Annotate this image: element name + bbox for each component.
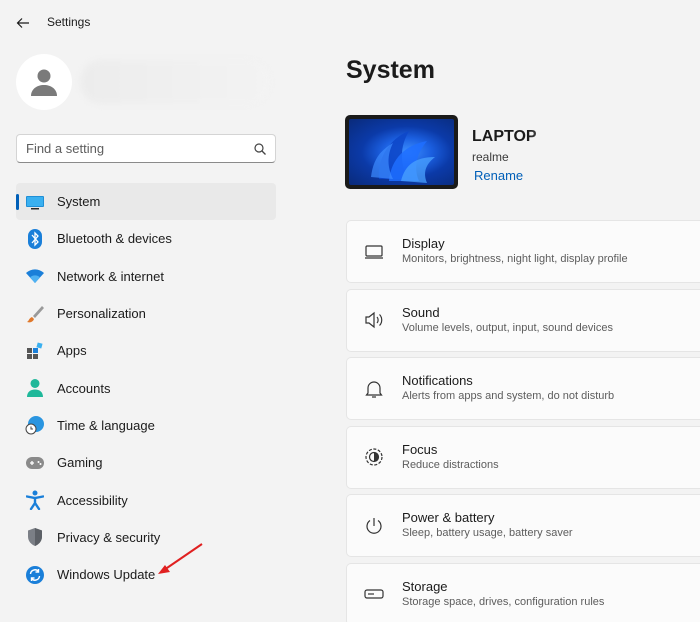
sidebar-item-accounts[interactable]: Accounts [16,369,276,406]
sidebar-item-label: Network & internet [57,268,164,284]
accessibility-icon [25,490,45,511]
search-icon[interactable] [253,142,267,156]
card-subtitle: Sleep, battery usage, battery saver [402,527,573,540]
annotation-arrow [158,543,203,574]
user-profile[interactable] [16,54,276,112]
apps-icon [25,341,45,361]
card-subtitle: Storage space, drives, configuration rul… [402,595,605,608]
avatar[interactable] [16,54,72,110]
sidebar-item-label: Privacy & security [57,529,161,545]
back-arrow-icon [16,18,29,28]
card-focus[interactable]: Focus Reduce distractions [346,425,700,489]
card-subtitle: Reduce distractions [402,458,499,471]
brush-icon [25,304,45,324]
card-title: Notifications [402,373,473,389]
card-title: Display [402,236,445,251]
search-box[interactable] [16,134,276,163]
user-icon [31,69,57,96]
speaker-icon [363,309,385,331]
sidebar-item-label: System [57,194,101,210]
sidebar-item-gaming[interactable]: Gaming [16,444,276,481]
back-button[interactable] [12,12,34,34]
bell-icon [363,378,385,400]
sidebar-item-accessibility[interactable]: Accessibility [16,481,276,518]
storage-icon [363,583,385,605]
card-title: Storage [402,578,448,594]
focus-icon [363,446,385,468]
shield-icon [25,527,45,547]
sync-icon [25,565,45,585]
card-title: Power & battery [402,510,495,526]
wallpaper-preview [349,119,454,185]
power-icon [363,515,385,537]
sidebar-item-label: Windows Update [57,567,156,583]
sidebar-item-bluetooth[interactable]: Bluetooth & devices [16,220,276,257]
card-subtitle: Volume levels, output, input, sound devi… [402,321,613,334]
sidebar-item-privacy-security[interactable]: Privacy & security [16,519,276,556]
app-title: Settings [47,15,91,29]
person-icon [25,378,45,398]
globe-clock-icon [25,415,45,435]
card-notifications[interactable]: Notifications Alerts from apps and syste… [346,357,700,421]
search-input[interactable] [17,135,249,162]
sidebar-item-label: Bluetooth & devices [57,231,172,247]
device-name: LAPTOP [472,128,537,145]
sidebar-item-network[interactable]: Network & internet [16,258,276,295]
device-info-redaction [528,124,608,170]
sidebar-nav: System Bluetooth & devices Network & int… [16,183,276,593]
sidebar-item-label: Gaming [57,455,103,471]
sidebar-item-personalization[interactable]: Personalization [16,295,276,332]
sidebar-item-time-language[interactable]: Time & language [16,407,276,444]
monitor-icon [25,192,45,212]
profile-info-blurred [80,60,270,104]
wifi-icon [25,266,45,286]
card-sound[interactable]: Sound Volume levels, output, input, soun… [346,288,700,352]
sidebar-item-label: Personalization [57,306,146,322]
card-title: Focus [402,441,438,457]
device-thumbnail [345,115,458,189]
card-subtitle: Alerts from apps and system, do not dist… [402,390,615,403]
sidebar-item-apps[interactable]: Apps [16,332,276,369]
card-storage[interactable]: Storage Storage space, drives, configura… [346,562,700,622]
card-title: Sound [402,304,440,320]
gamepad-icon [25,453,45,473]
page-title: System [346,56,435,84]
card-display[interactable]: Display Monitors, brightness, night ligh… [346,220,700,283]
card-subtitle: Monitors, brightness, night light, displ… [402,253,628,265]
bluetooth-icon [25,228,45,249]
sidebar-item-label: Accessibility [57,492,128,508]
card-power-battery[interactable]: Power & battery Sleep, battery usage, ba… [346,494,700,558]
sidebar-item-label: Time & language [57,417,155,433]
device-model: realme [472,150,509,164]
bloom-wallpaper-icon [371,131,435,183]
sidebar-item-label: Accounts [57,380,111,396]
settings-cards: Display Monitors, brightness, night ligh… [346,220,700,622]
sidebar-item-system[interactable]: System [16,183,276,221]
rename-link[interactable]: Rename [474,168,523,183]
display-icon [363,241,385,263]
sidebar-item-windows-update[interactable]: Windows Update [16,556,276,593]
sidebar-item-label: Apps [57,343,87,359]
title-bar: Settings [0,0,700,44]
